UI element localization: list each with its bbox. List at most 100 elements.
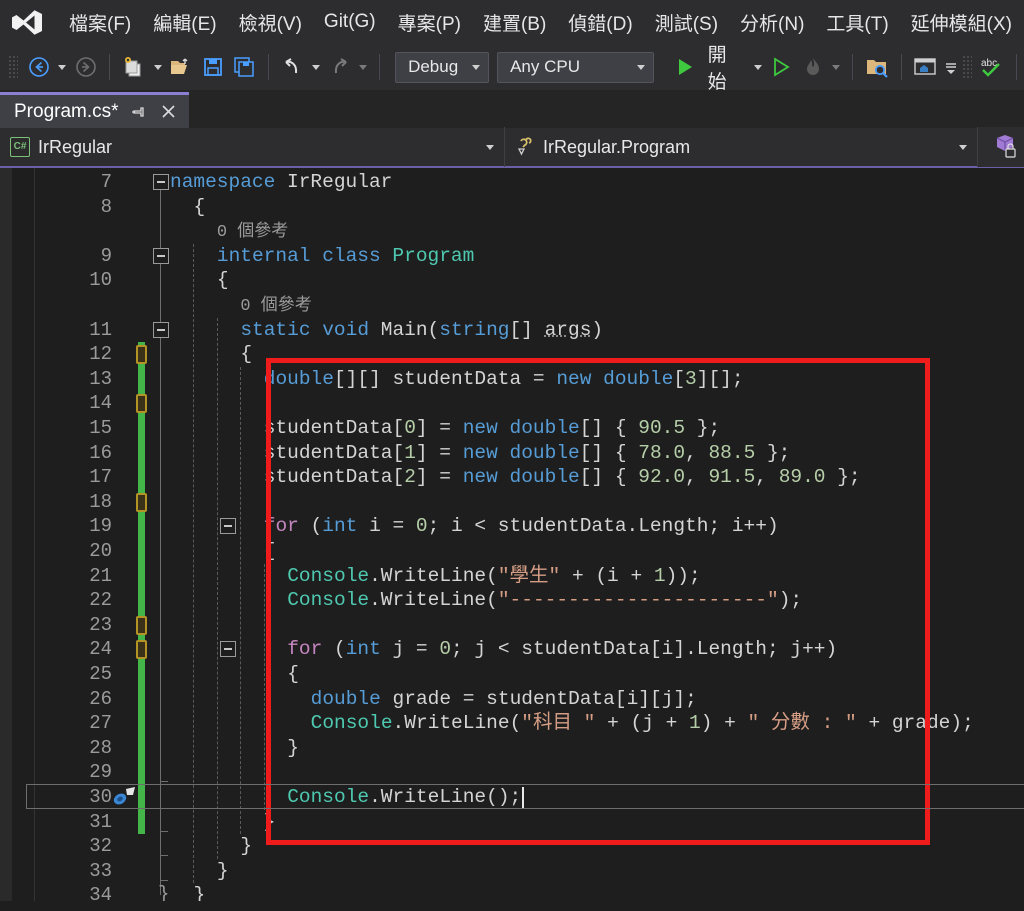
redo-icon[interactable] xyxy=(325,52,354,82)
pin-icon[interactable] xyxy=(129,102,149,122)
menu-file[interactable]: 檔案(F) xyxy=(58,5,142,40)
code-token: + (i + xyxy=(560,564,654,587)
codelens-reference-count: 0 個參考 xyxy=(217,219,288,244)
navigate-back-icon[interactable] xyxy=(24,52,53,82)
tab-program-cs[interactable]: Program.cs* xyxy=(0,92,189,128)
code-token: ; j < studentData[i].Length; j++) xyxy=(451,638,838,661)
redo-dropdown[interactable] xyxy=(356,52,370,82)
code-token: 0 xyxy=(404,417,416,439)
indent-guide xyxy=(216,317,218,859)
menu-edit[interactable]: 編輯(E) xyxy=(142,5,227,40)
line-number: 13 xyxy=(89,367,112,390)
code-token: + (j + xyxy=(595,712,690,735)
find-in-files-icon[interactable] xyxy=(862,52,891,82)
menu-project[interactable]: 專案(P) xyxy=(387,5,472,40)
start-debug-icon[interactable] xyxy=(670,52,699,82)
menu-analyze[interactable]: 分析(N) xyxy=(729,5,815,40)
configuration-selector[interactable]: Debug xyxy=(395,51,490,83)
code-token: "學生" xyxy=(497,564,561,587)
save-all-icon[interactable] xyxy=(229,52,258,82)
navigate-forward-icon[interactable] xyxy=(71,52,100,82)
collapse-region-toggle[interactable] xyxy=(219,518,236,535)
menu-tools[interactable]: 工具(T) xyxy=(815,5,899,40)
close-icon[interactable] xyxy=(159,102,179,122)
spell-check-icon[interactable]: abc xyxy=(978,52,1007,82)
code-token: } xyxy=(287,736,299,759)
codelens-text[interactable]: 0 個參考 xyxy=(217,223,288,242)
code-token: Console xyxy=(287,564,370,587)
pending-change-marker xyxy=(136,492,147,512)
hot-reload-dropdown[interactable] xyxy=(830,52,844,82)
undo-dropdown[interactable] xyxy=(309,52,323,82)
code-token: [] { xyxy=(579,441,639,464)
line-number: 8 xyxy=(100,195,112,218)
new-project-icon[interactable] xyxy=(119,52,148,82)
menu-debug[interactable]: 偵錯(D) xyxy=(557,5,643,40)
new-project-dropdown[interactable] xyxy=(151,52,165,82)
text-caret xyxy=(521,787,524,808)
open-file-icon[interactable] xyxy=(167,52,196,82)
code-token: internal xyxy=(216,244,311,267)
navigation-bar: C# IrRegular IrRegular.Program xyxy=(0,127,1024,168)
hot-reload-icon[interactable] xyxy=(798,52,827,82)
code-token: Console xyxy=(310,712,393,735)
collapse-region-toggle[interactable] xyxy=(219,641,236,658)
start-button-label[interactable]: 開始 xyxy=(708,40,745,94)
toolbar-separator xyxy=(109,54,111,80)
toolbar-grip[interactable] xyxy=(8,55,18,79)
codelens-reference-count: 0 個參考 xyxy=(240,293,311,318)
solution-explorer-icon[interactable] xyxy=(911,52,940,82)
code-token: [][] studentData = xyxy=(333,367,557,390)
line-number: 32 xyxy=(89,835,112,858)
toolbar-overflow-icon[interactable] xyxy=(942,52,960,82)
current-line-highlight xyxy=(26,784,1024,809)
collapse-region-toggle[interactable] xyxy=(153,174,169,190)
line-number: 23 xyxy=(89,613,112,636)
code-token: "科目 " xyxy=(521,712,596,735)
csharp-file-icon: C# xyxy=(10,137,30,157)
menu-extensions[interactable]: 延伸模組(X) xyxy=(900,5,1023,40)
code-line: for (int i = 0; i < studentData.Length; … xyxy=(264,514,779,539)
code-token: )); xyxy=(665,564,701,587)
save-icon[interactable] xyxy=(198,52,227,82)
line-number: 34 xyxy=(89,884,112,901)
collapse-region-toggle[interactable] xyxy=(153,321,169,338)
code-token: , xyxy=(685,466,709,489)
undo-icon[interactable] xyxy=(278,52,307,82)
codelens-text[interactable]: 0 個參考 xyxy=(240,297,311,316)
member-selector[interactable]: IrRegular.Program xyxy=(505,127,978,167)
toolbar-grip-right[interactable] xyxy=(961,55,972,79)
code-token: void xyxy=(322,318,370,341)
code-token: .WriteLine( xyxy=(369,564,498,587)
menu-view[interactable]: 檢視(V) xyxy=(228,5,313,40)
code-line: { xyxy=(217,268,229,293)
code-line: studentData[1] = new double[] { 78.0, 88… xyxy=(264,441,791,466)
code-editor[interactable]: 7 8 9 10 11 12 13 14 15 16 17 18 19 20 21 22 23 24 25 26 27 2… xyxy=(0,168,1024,901)
line-number: 21 xyxy=(89,564,112,587)
code-token: 1 xyxy=(653,564,666,587)
locked-package-icon[interactable] xyxy=(978,127,1024,167)
code-line: } xyxy=(287,736,299,761)
navigate-back-dropdown[interactable] xyxy=(55,52,69,82)
menu-build[interactable]: 建置(B) xyxy=(472,5,557,40)
project-selector[interactable]: C# IrRegular xyxy=(0,127,505,167)
menu-test[interactable]: 測試(S) xyxy=(644,5,729,40)
platform-value: Any CPU xyxy=(510,57,580,76)
code-line: } xyxy=(264,810,276,835)
code-token: ) + xyxy=(700,712,748,735)
code-token: grade = studentData[i][j]; xyxy=(380,687,697,710)
pending-change-marker xyxy=(136,394,147,414)
collapse-region-toggle[interactable] xyxy=(153,247,169,264)
start-without-debug-icon[interactable] xyxy=(767,52,796,82)
code-token: .WriteLine( xyxy=(369,589,498,612)
platform-selector[interactable]: Any CPU xyxy=(497,51,655,83)
code-token: } xyxy=(263,810,276,833)
start-dropdown[interactable] xyxy=(751,52,765,82)
document-tab-strip: Program.cs* xyxy=(0,90,1024,128)
menu-git[interactable]: Git(G) xyxy=(313,7,387,37)
